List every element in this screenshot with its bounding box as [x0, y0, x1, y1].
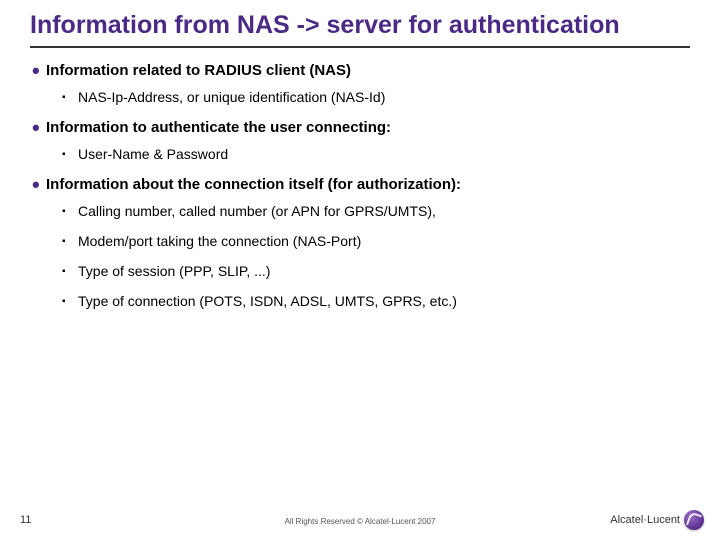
bullet-level2: User-Name & Password [62, 146, 690, 162]
bullet-level2: Type of connection (POTS, ISDN, ADSL, UM… [62, 293, 690, 309]
brand-name: Alcatel·Lucent [610, 514, 680, 526]
bullet-level2: Modem/port taking the connection (NAS-Po… [62, 233, 690, 249]
bullet-level1: Information to authenticate the user con… [32, 119, 690, 136]
slide-content: Information related to RADIUS client (NA… [30, 62, 690, 309]
bullet-level1: Information about the connection itself … [32, 176, 690, 193]
brand-logo: Alcatel·Lucent [610, 510, 704, 530]
slide-title: Information from NAS -> server for authe… [30, 12, 690, 40]
title-underline [30, 46, 690, 48]
bullet-level2: Type of session (PPP, SLIP, ...) [62, 263, 690, 279]
bullet-level2: Calling number, called number (or APN fo… [62, 203, 690, 219]
slide-footer: 11 All Rights Reserved © Alcatel-Lucent … [0, 504, 720, 532]
brand-icon [684, 510, 704, 530]
slide: Information from NAS -> server for authe… [0, 0, 720, 540]
bullet-level2: NAS-Ip-Address, or unique identification… [62, 89, 690, 105]
bullet-level1: Information related to RADIUS client (NA… [32, 62, 690, 79]
